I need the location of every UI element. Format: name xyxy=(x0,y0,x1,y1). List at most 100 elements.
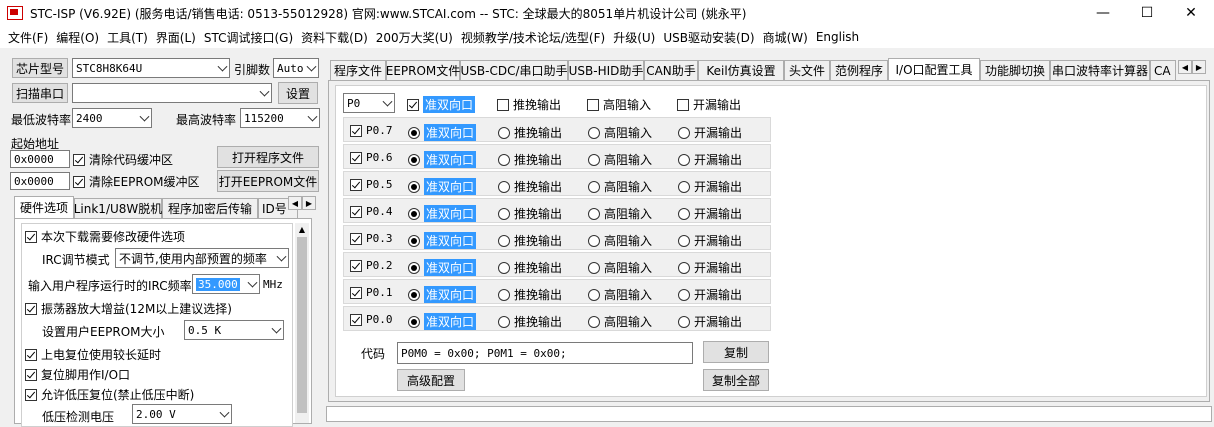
pin-checkbox[interactable]: P0.4 xyxy=(350,205,393,218)
pin-mode-quasi-bidir-radio[interactable]: 准双向口 xyxy=(408,205,477,222)
tab-header-file[interactable]: 头文件 xyxy=(784,60,830,80)
open-program-file-button[interactable]: 打开程序文件 xyxy=(217,146,319,168)
open-eeprom-file-button[interactable]: 打开EEPROM文件 xyxy=(217,170,319,192)
max-baud-select[interactable]: 115200 xyxy=(240,108,320,128)
pin-mode-high-z-radio[interactable]: 高阻输入 xyxy=(588,232,652,249)
chip-type-select[interactable]: STC8H8K64U xyxy=(72,58,230,78)
tab-link1-offline[interactable]: Link1/U8W脱机 xyxy=(74,198,162,218)
header-quasi-bidir-checkbox[interactable]: 准双向口 xyxy=(407,96,476,113)
pin-mode-push-pull-radio[interactable]: 推挽输出 xyxy=(498,151,562,168)
eeprom-size-select[interactable]: 0.5 K xyxy=(184,320,284,340)
pin-mode-push-pull-radio[interactable]: 推挽输出 xyxy=(498,259,562,276)
pin-mode-push-pull-radio[interactable]: 推挽输出 xyxy=(498,124,562,141)
pin-mode-open-drain-radio[interactable]: 开漏输出 xyxy=(678,259,742,276)
menu-tools[interactable]: 工具(T) xyxy=(107,29,148,46)
menu-interface[interactable]: 界面(L) xyxy=(156,29,196,46)
tab-ca[interactable]: CA xyxy=(1150,60,1176,80)
pin-mode-quasi-bidir-radio[interactable]: 准双向口 xyxy=(408,178,477,195)
pin-mode-high-z-radio[interactable]: 高阻输入 xyxy=(588,313,652,330)
pin-checkbox[interactable]: P0.1 xyxy=(350,286,393,299)
scan-port-button[interactable]: 扫描串口 xyxy=(12,83,68,103)
pin-checkbox[interactable]: P0.0 xyxy=(350,313,393,326)
pin-mode-quasi-bidir-radio[interactable]: 准双向口 xyxy=(408,259,477,276)
tab-keil-debug[interactable]: Keil仿真设置 xyxy=(698,60,784,80)
tab-can[interactable]: CAN助手 xyxy=(644,60,698,80)
scrollbar-thumb[interactable] xyxy=(297,237,307,413)
pin-mode-high-z-radio[interactable]: 高阻输入 xyxy=(588,205,652,222)
minimize-button[interactable]: — xyxy=(1080,0,1126,26)
advanced-config-button[interactable]: 高级配置 xyxy=(397,369,465,391)
port-select[interactable] xyxy=(72,83,272,103)
port-group-select[interactable]: P0 xyxy=(343,93,395,113)
close-button[interactable]: ✕ xyxy=(1168,0,1214,26)
tab-pin-switch[interactable]: 功能脚切换 xyxy=(980,60,1050,80)
menu-video[interactable]: 视频教学/技术论坛/选型(F) xyxy=(461,29,605,46)
menu-debug[interactable]: STC调试接口(G) xyxy=(204,29,293,46)
pin-mode-high-z-radio[interactable]: 高阻输入 xyxy=(588,124,652,141)
pin-mode-open-drain-radio[interactable]: 开漏输出 xyxy=(678,124,742,141)
pin-mode-open-drain-radio[interactable]: 开漏输出 xyxy=(678,232,742,249)
pin-checkbox[interactable]: P0.3 xyxy=(350,232,393,245)
tab-io-config[interactable]: I/O口配置工具 xyxy=(888,58,980,80)
pin-mode-open-drain-radio[interactable]: 开漏输出 xyxy=(678,151,742,168)
clear-eeprom-checkbox[interactable]: 清除EEPROM缓冲区 xyxy=(73,173,200,190)
pin-count-select[interactable]: Auto xyxy=(273,58,319,78)
copy-all-button[interactable]: 复制全部 xyxy=(703,369,769,391)
pin-mode-quasi-bidir-radio[interactable]: 准双向口 xyxy=(408,232,477,249)
menu-download[interactable]: 资料下载(D) xyxy=(301,29,368,46)
pin-checkbox[interactable]: P0.6 xyxy=(350,151,393,164)
por-delay-checkbox[interactable]: 上电复位使用较长延时 xyxy=(25,346,161,363)
pin-mode-push-pull-radio[interactable]: 推挽输出 xyxy=(498,205,562,222)
tab-baud-calculator[interactable]: 串口波特率计算器 xyxy=(1050,60,1150,80)
menu-usb-driver[interactable]: USB驱动安装(D) xyxy=(663,29,754,46)
tab-program-file[interactable]: 程序文件 xyxy=(330,60,386,80)
settings-button[interactable]: 设置 xyxy=(278,82,318,104)
header-high-z-checkbox[interactable]: 高阻输入 xyxy=(587,96,651,113)
pin-mode-high-z-radio[interactable]: 高阻输入 xyxy=(588,286,652,303)
pin-mode-quasi-bidir-radio[interactable]: 准双向口 xyxy=(408,286,477,303)
pin-mode-high-z-radio[interactable]: 高阻输入 xyxy=(588,151,652,168)
menu-file[interactable]: 文件(F) xyxy=(8,29,48,46)
lvr-checkbox[interactable]: 允许低压复位(禁止低压中断) xyxy=(25,386,194,403)
pin-mode-open-drain-radio[interactable]: 开漏输出 xyxy=(678,313,742,330)
min-baud-select[interactable]: 2400 xyxy=(72,108,152,128)
menu-english[interactable]: English xyxy=(816,30,859,44)
pin-mode-high-z-radio[interactable]: 高阻输入 xyxy=(588,178,652,195)
pin-checkbox[interactable]: P0.7 xyxy=(350,124,393,137)
menu-shop[interactable]: 商城(W) xyxy=(763,29,808,46)
tab-examples[interactable]: 范例程序 xyxy=(830,60,888,80)
pin-checkbox[interactable]: P0.5 xyxy=(350,178,393,191)
pin-checkbox[interactable]: P0.2 xyxy=(350,259,393,272)
tab-scroll-right-icon[interactable]: ▶ xyxy=(1192,60,1206,74)
code-address-input[interactable]: 0x0000 xyxy=(10,150,70,168)
tab-eeprom-file[interactable]: EEPROM文件 xyxy=(386,60,460,80)
eeprom-address-input[interactable]: 0x0000 xyxy=(10,172,70,190)
pin-mode-push-pull-radio[interactable]: 推挽输出 xyxy=(498,286,562,303)
pin-mode-quasi-bidir-radio[interactable]: 准双向口 xyxy=(408,124,477,141)
output-log-area[interactable] xyxy=(326,406,1212,422)
pin-mode-open-drain-radio[interactable]: 开漏输出 xyxy=(678,286,742,303)
tab-usb-cdc[interactable]: USB-CDC/串口助手 xyxy=(460,60,568,80)
code-output-field[interactable]: P0M0 = 0x00; P0M1 = 0x00; xyxy=(397,342,693,364)
tab-encrypt-transfer[interactable]: 程序加密后传输 xyxy=(162,198,258,218)
irc-mode-select[interactable]: 不调节,使用内部预置的频率 xyxy=(115,248,289,268)
clear-code-checkbox[interactable]: 清除代码缓冲区 xyxy=(73,151,173,168)
low-voltage-select[interactable]: 2.00 V xyxy=(132,404,232,424)
menu-prize[interactable]: 200万大奖(U) xyxy=(376,29,453,46)
pin-mode-quasi-bidir-radio[interactable]: 准双向口 xyxy=(408,313,477,330)
pin-mode-open-drain-radio[interactable]: 开漏输出 xyxy=(678,205,742,222)
pin-mode-push-pull-radio[interactable]: 推挽输出 xyxy=(498,178,562,195)
tab-usb-hid[interactable]: USB-HID助手 xyxy=(568,60,644,80)
modify-hw-checkbox[interactable]: 本次下载需要修改硬件选项 xyxy=(25,228,185,245)
header-open-drain-checkbox[interactable]: 开漏输出 xyxy=(677,96,741,113)
tab-scroll-left-icon[interactable]: ◀ xyxy=(288,196,302,210)
pin-mode-push-pull-radio[interactable]: 推挽输出 xyxy=(498,232,562,249)
header-push-pull-checkbox[interactable]: 推挽输出 xyxy=(497,96,561,113)
copy-button[interactable]: 复制 xyxy=(703,341,769,363)
scroll-up-icon[interactable]: ▲ xyxy=(296,225,308,234)
tab-hardware-options[interactable]: 硬件选项 xyxy=(14,196,74,218)
menu-program[interactable]: 编程(O) xyxy=(56,29,99,46)
reset-as-io-checkbox[interactable]: 复位脚用作I/O口 xyxy=(25,366,130,383)
pin-mode-quasi-bidir-radio[interactable]: 准双向口 xyxy=(408,151,477,168)
osc-gain-checkbox[interactable]: 振荡器放大增益(12M以上建议选择) xyxy=(25,300,232,317)
